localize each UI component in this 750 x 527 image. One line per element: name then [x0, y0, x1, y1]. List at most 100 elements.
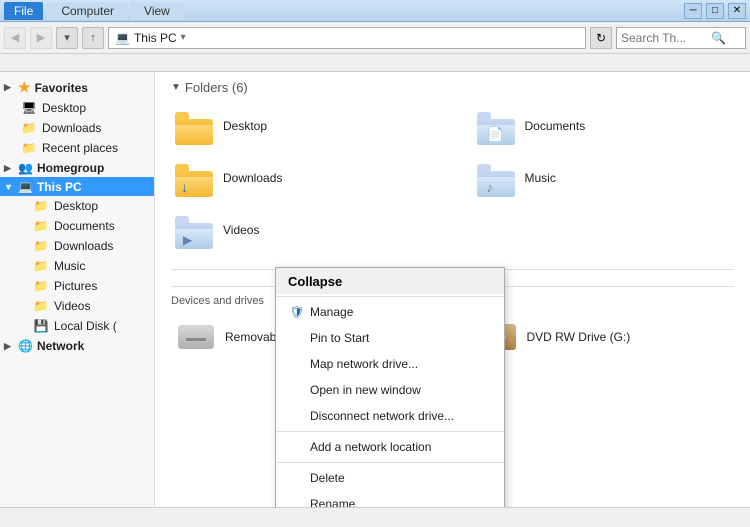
sidebar-item-documents-pc[interactable]: 📁 Documents [0, 216, 154, 236]
up-button[interactable]: ↑ [82, 27, 104, 49]
desktop-icon: 🖥 [20, 100, 38, 116]
title-bar: File Computer View ─ □ ✕ [0, 0, 750, 22]
context-menu-delete[interactable]: Delete [276, 465, 504, 491]
refresh-button[interactable]: ↻ [590, 27, 612, 49]
folder-music[interactable]: ♪ Music [473, 155, 735, 201]
folder-videos[interactable]: ▶ Videos [171, 207, 433, 253]
sidebar-music-pc-label: Music [54, 259, 85, 273]
sidebar-item-recent[interactable]: 📁 Recent places [0, 138, 154, 158]
music-pc-icon: 📁 [32, 258, 50, 274]
sidebar-videos-pc-label: Videos [54, 299, 90, 313]
minimize-button[interactable]: ─ [684, 3, 702, 19]
favorites-expand-icon: ▶ [4, 82, 16, 93]
downloads-fav-icon: 📁 [20, 120, 38, 136]
maximize-button[interactable]: □ [706, 3, 724, 19]
pictures-pc-icon: 📁 [32, 278, 50, 294]
view-tab[interactable]: View [130, 2, 184, 20]
sidebar-item-videos-pc[interactable]: 📁 Videos [0, 296, 154, 316]
recent-icon: 📁 [20, 140, 38, 156]
sidebar-recent-label: Recent places [42, 141, 118, 155]
sidebar-item-music-pc[interactable]: 📁 Music [0, 256, 154, 276]
file-tab[interactable]: File [4, 2, 43, 20]
favorites-label: Favorites [35, 81, 88, 95]
thispc-expand-icon: ▼ [4, 182, 16, 192]
context-menu-sep2 [276, 431, 504, 432]
network-expand-icon: ▶ [4, 341, 16, 352]
favorites-header[interactable]: ▶ ★ Favorites [0, 76, 154, 98]
context-menu: Collapse 🛡 Manage Pin to Start Map netwo… [275, 267, 505, 507]
sidebar-item-pictures-pc[interactable]: 📁 Pictures [0, 276, 154, 296]
homegroup-expand-icon: ▶ [4, 163, 16, 174]
desktop-folder-icon [175, 107, 215, 145]
desktop-pc-icon: 📁 [32, 198, 50, 214]
dropdown-button[interactable]: ▾ [56, 27, 78, 49]
search-box[interactable]: 🔍 [616, 27, 746, 49]
context-menu-sep3 [276, 462, 504, 463]
folders-grid: Desktop 📄 Documents ↓ [171, 103, 734, 253]
shield-menu-icon: 🛡 [288, 305, 306, 319]
computer-tab[interactable]: Computer [47, 2, 128, 20]
folder-downloads[interactable]: ↓ Downloads [171, 155, 433, 201]
main-area: ▶ ★ Favorites 🖥 Desktop 📁 Downloads 📁 Re… [0, 72, 750, 507]
documents-folder-label: Documents [525, 119, 586, 133]
homegroup-label: Homegroup [37, 161, 104, 175]
sidebar-downloads-fav-label: Downloads [42, 121, 101, 135]
thispc-label: This PC [37, 180, 82, 194]
network-header[interactable]: ▶ 🌐 Network [0, 336, 154, 355]
star-icon: ★ [18, 79, 31, 96]
address-bar: ◀ ▶ ▾ ↑ 💻 This PC ▾ ↻ 🔍 [0, 22, 750, 54]
status-bar [0, 507, 750, 527]
folders-triangle-icon: ▼ [171, 82, 181, 93]
sidebar-downloads-pc-label: Downloads [54, 239, 113, 253]
device-dvd[interactable]: DVD DVD RW Drive (G:) [473, 315, 735, 359]
videos-folder-label: Videos [223, 223, 259, 237]
music-folder-label: Music [525, 171, 556, 185]
documents-pc-icon: 📁 [32, 218, 50, 234]
downloads-folder-label: Downloads [223, 171, 282, 185]
context-menu-manage[interactable]: 🛡 Manage [276, 299, 504, 325]
sidebar-item-downloads-pc[interactable]: 📁 Downloads [0, 236, 154, 256]
sidebar-pictures-pc-label: Pictures [54, 279, 97, 293]
homegroup-header[interactable]: ▶ 👥 Homegroup [0, 158, 154, 177]
context-menu-addlocation[interactable]: Add a network location [276, 434, 504, 460]
folder-desktop[interactable]: Desktop [171, 103, 433, 149]
context-menu-rename[interactable]: Rename [276, 491, 504, 507]
removable-disk-icon [175, 319, 217, 355]
back-button[interactable]: ◀ [4, 27, 26, 49]
forward-button[interactable]: ▶ [30, 27, 52, 49]
address-arrow: ▾ [181, 32, 186, 43]
context-menu-sep1 [276, 296, 504, 297]
homegroup-icon: 👥 [18, 161, 33, 175]
sidebar-localdisk-pc-label: Local Disk ( [54, 319, 117, 333]
address-input[interactable]: 💻 This PC ▾ [108, 27, 586, 49]
context-menu-disconnect[interactable]: Disconnect network drive... [276, 403, 504, 429]
folder-documents[interactable]: 📄 Documents [473, 103, 735, 149]
downloads-folder-icon: ↓ [175, 159, 215, 197]
sidebar-item-downloads-fav[interactable]: 📁 Downloads [0, 118, 154, 138]
context-menu-collapse[interactable]: Collapse [276, 268, 504, 294]
context-menu-mapnetwork[interactable]: Map network drive... [276, 351, 504, 377]
context-menu-pin[interactable]: Pin to Start [276, 325, 504, 351]
sidebar-desktop-fav-label: Desktop [42, 101, 86, 115]
close-button[interactable]: ✕ [728, 3, 746, 19]
sidebar: ▶ ★ Favorites 🖥 Desktop 📁 Downloads 📁 Re… [0, 72, 155, 507]
address-text: This PC [134, 31, 177, 45]
documents-folder-icon: 📄 [477, 107, 517, 145]
network-label: Network [37, 339, 84, 353]
sidebar-documents-pc-label: Documents [54, 219, 115, 233]
thispc-icon: 💻 [18, 180, 33, 194]
downloads-pc-icon: 📁 [32, 238, 50, 254]
sidebar-item-desktop-pc[interactable]: 📁 Desktop [0, 196, 154, 216]
sidebar-desktop-pc-label: Desktop [54, 199, 98, 213]
sidebar-item-localdisk-pc[interactable]: 💾 Local Disk ( [0, 316, 154, 336]
music-folder-icon: ♪ [477, 159, 517, 197]
context-menu-openwindow[interactable]: Open in new window [276, 377, 504, 403]
dvd-label: DVD RW Drive (G:) [527, 330, 631, 344]
thispc-header[interactable]: ▼ 💻 This PC [0, 177, 154, 196]
desktop-folder-label: Desktop [223, 119, 267, 133]
localdisk-pc-icon: 💾 [32, 318, 50, 334]
videos-folder-icon: ▶ [175, 211, 215, 249]
network-icon: 🌐 [18, 339, 33, 353]
sidebar-item-desktop-fav[interactable]: 🖥 Desktop [0, 98, 154, 118]
search-input[interactable] [621, 31, 711, 45]
